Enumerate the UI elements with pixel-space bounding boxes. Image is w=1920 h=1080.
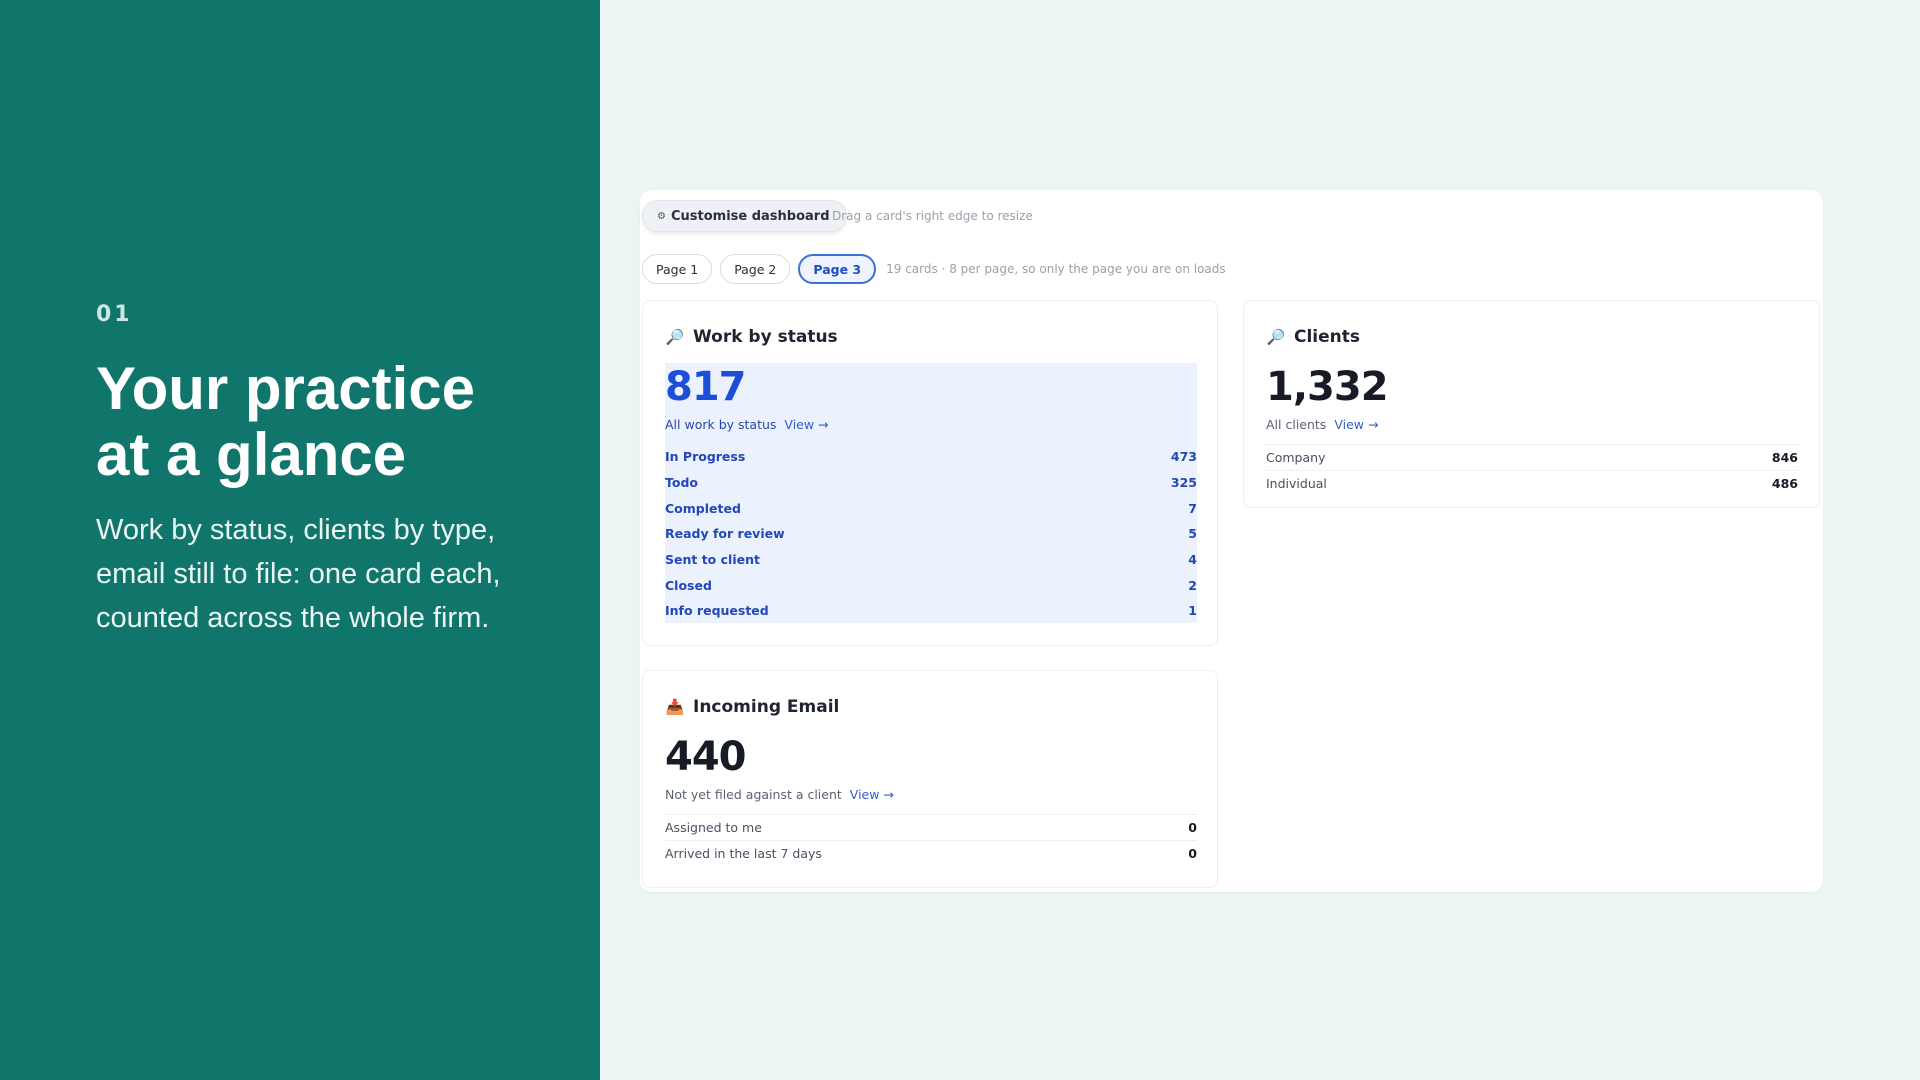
status-label: Info requested [665, 603, 769, 619]
email-sub-line: Not yet filed against a client View → [665, 787, 894, 802]
work-status-list: In Progress 473 Todo 325 Completed 7 Ready … [665, 444, 1197, 624]
work-total: 817 [665, 364, 746, 410]
email-card-title: Incoming Email [693, 697, 840, 717]
page-2-button[interactable]: Page 2 [720, 254, 791, 284]
hero-subtitle: Work by status, clients by type, email s… [96, 514, 501, 634]
work-card-title: Work by status [693, 327, 838, 347]
client-type-count: 846 [1771, 449, 1798, 465]
status-label: Closed [665, 577, 712, 593]
status-count: 473 [1170, 449, 1197, 465]
client-type-label: Company [1266, 449, 1326, 465]
work-view-link[interactable]: View → [784, 417, 828, 432]
clients-sub-label: All clients [1266, 417, 1327, 432]
client-row-individual[interactable]: Individual 486 [1266, 469, 1798, 496]
email-metric-count: 0 [1188, 819, 1197, 835]
status-row-in-progress[interactable]: In Progress 473 [665, 444, 1197, 470]
email-total: 440 [665, 734, 746, 780]
customise-dashboard-button[interactable]: ⚙ Customise dashboard [642, 200, 847, 232]
status-count: 4 [1188, 552, 1197, 568]
status-row-closed[interactable]: Closed 2 [665, 572, 1197, 598]
inbox-icon: 📥 [665, 698, 685, 716]
incoming-email-card: 📥 Incoming Email 440 Not yet filed again… [642, 670, 1218, 888]
magnifier-icon: 🔎 [665, 328, 685, 346]
status-row-todo[interactable]: Todo 325 [665, 470, 1197, 496]
dashboard-frame: ⚙ Customise dashboard Drag a card's righ… [640, 190, 1823, 892]
clients-card-title: Clients [1294, 327, 1361, 347]
hero-title: Your practice at a glance [96, 355, 476, 488]
status-count: 7 [1188, 500, 1197, 516]
work-sub-label: All work by status [665, 417, 777, 432]
work-sub-line: All work by status View → [665, 417, 829, 432]
status-label: Todo [665, 475, 698, 491]
customise-dashboard-label: Customise dashboard [670, 208, 830, 224]
status-count: 325 [1170, 475, 1197, 491]
clients-view-link[interactable]: View → [1334, 417, 1378, 432]
status-label: Ready for review [665, 526, 785, 542]
hero-panel: 01 Your practice at a glance Work by sta… [0, 0, 600, 1080]
status-label: Sent to client [665, 552, 760, 568]
page-tabs: Page 1 Page 2 Page 3 19 cards · 8 per pa… [642, 254, 1226, 284]
email-metric-label: Arrived in the last 7 days [665, 845, 822, 861]
resize-hint: Drag a card's right edge to resize [832, 209, 1033, 223]
gear-icon: ⚙ [657, 210, 666, 222]
email-row-assigned-to-me[interactable]: Assigned to me 0 [665, 814, 1197, 840]
status-count: 1 [1188, 603, 1197, 619]
status-count: 5 [1188, 526, 1197, 542]
status-count: 2 [1188, 577, 1197, 593]
clients-type-list: Company 846 Individual 486 [1266, 444, 1798, 495]
status-row-info-requested[interactable]: Info requested 1 [665, 598, 1197, 624]
clients-card: 🔎 Clients 1,332 All clients View → Compa… [1243, 300, 1820, 508]
status-label: In Progress [665, 449, 746, 465]
status-row-sent-to-client[interactable]: Sent to client 4 [665, 547, 1197, 573]
page-1-button[interactable]: Page 1 [642, 254, 713, 284]
page-3-button[interactable]: Page 3 [798, 254, 877, 284]
clients-card-header: 🔎 Clients [1266, 327, 1360, 347]
status-row-completed[interactable]: Completed 7 [665, 495, 1197, 521]
email-view-link[interactable]: View → [850, 787, 894, 802]
status-row-ready-for-review[interactable]: Ready for review 5 [665, 521, 1197, 547]
work-card-header: 🔎 Work by status [665, 327, 838, 347]
email-sub-label: Not yet filed against a client [665, 787, 842, 802]
client-row-company[interactable]: Company 846 [1266, 444, 1798, 470]
email-metric-label: Assigned to me [665, 819, 762, 835]
email-card-header: 📥 Incoming Email [665, 697, 840, 717]
client-type-count: 486 [1771, 475, 1798, 491]
pager-note: 19 cards · 8 per page, so only the page … [886, 262, 1226, 276]
step-number: 01 [96, 302, 133, 327]
email-summary-list: Assigned to me 0 Arrived in the last 7 da… [665, 814, 1197, 865]
client-type-label: Individual [1266, 475, 1327, 491]
clients-sub-line: All clients View → [1266, 417, 1378, 432]
email-metric-count: 0 [1188, 845, 1197, 861]
clients-total: 1,332 [1266, 364, 1389, 410]
magnifier-icon: 🔎 [1266, 328, 1286, 346]
email-row-last-7-days[interactable]: Arrived in the last 7 days 0 [665, 839, 1197, 866]
status-label: Completed [665, 500, 741, 516]
work-by-status-card: 🔎 Work by status 817 All work by status … [642, 300, 1218, 646]
